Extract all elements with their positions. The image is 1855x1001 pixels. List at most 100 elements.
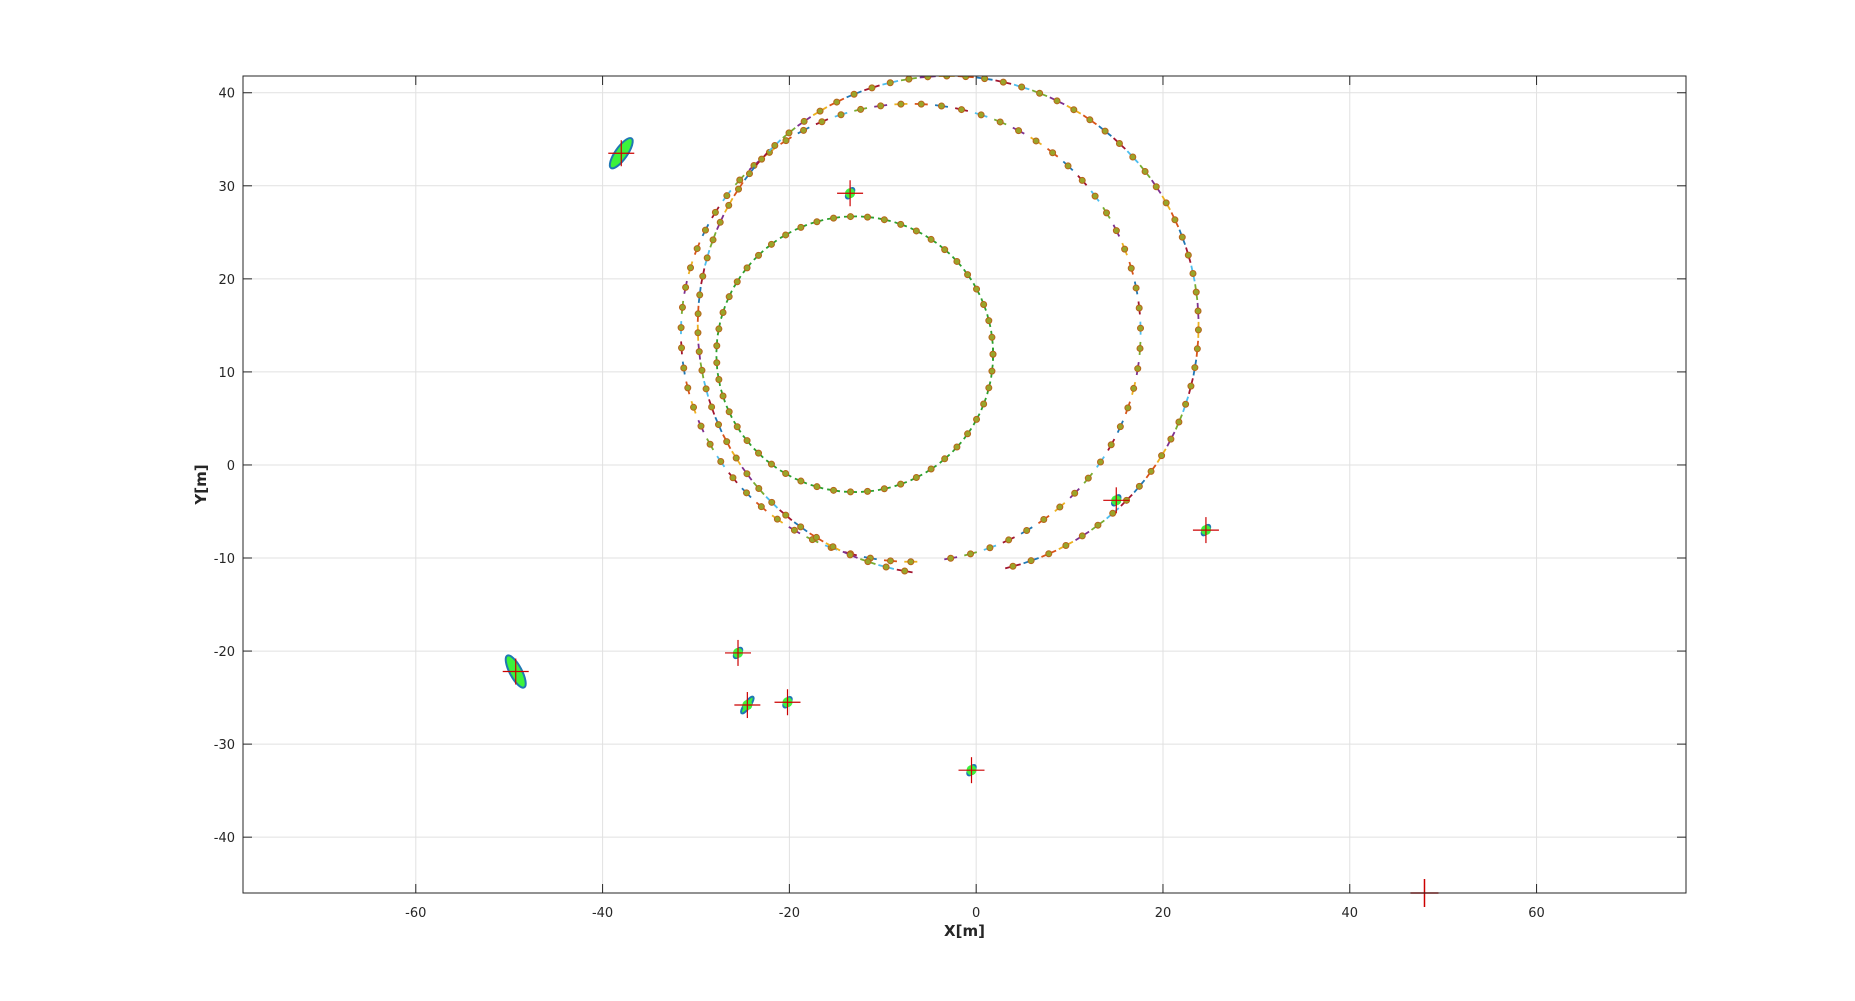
- x-tick-label: -40: [592, 906, 613, 921]
- pose-point: [864, 558, 872, 566]
- pose-point: [1109, 509, 1117, 517]
- pose-point: [1147, 467, 1155, 475]
- pose-point: [782, 469, 790, 477]
- pose-point: [1194, 307, 1202, 315]
- pose-point: [917, 100, 925, 108]
- pose-point: [850, 90, 858, 98]
- pose-point: [947, 554, 955, 562]
- pose-point: [941, 455, 949, 463]
- pose-point: [1045, 550, 1053, 558]
- pose-point: [717, 458, 725, 466]
- pose-point: [1078, 176, 1086, 184]
- pose-point: [1193, 345, 1201, 353]
- pose-point: [755, 484, 763, 492]
- pose-point: [800, 126, 808, 134]
- x-tick-label: -20: [779, 906, 800, 921]
- pose-point: [1070, 106, 1078, 114]
- pose-point: [829, 543, 837, 551]
- pose-point: [988, 367, 996, 375]
- pose-point: [782, 511, 790, 519]
- pose-point: [725, 201, 733, 209]
- pose-point: [964, 271, 972, 279]
- pose-point: [758, 155, 766, 163]
- pose-point: [678, 303, 686, 311]
- pose-point: [719, 392, 727, 400]
- y-tick-label: -10: [214, 552, 235, 567]
- pose-point: [768, 498, 776, 506]
- pose-point: [723, 438, 731, 446]
- pose-point: [716, 218, 724, 226]
- pose-point: [812, 533, 820, 541]
- pose-point: [912, 227, 920, 235]
- plot-area: [242, 75, 1687, 907]
- pose-point: [800, 117, 808, 125]
- pose-point: [1134, 365, 1142, 373]
- pose-point: [1189, 269, 1197, 277]
- pose-point: [1182, 400, 1190, 408]
- pose-point: [755, 251, 763, 259]
- y-tick-label: -20: [214, 645, 235, 660]
- pose-point: [1094, 521, 1102, 529]
- pose-point: [693, 245, 701, 253]
- pose-point: [735, 185, 743, 193]
- pose-point: [905, 76, 913, 83]
- pose-point: [742, 489, 750, 497]
- pose-point: [927, 465, 935, 473]
- pose-point: [697, 422, 705, 430]
- pose-point: [1036, 89, 1044, 97]
- pose-point: [694, 329, 702, 337]
- x-axis-label: X[m]: [944, 922, 985, 940]
- pose-point: [864, 213, 872, 221]
- pose-point: [886, 557, 894, 565]
- pose-point: [1137, 324, 1145, 332]
- pose-point: [953, 257, 961, 265]
- pose-point: [1062, 541, 1070, 549]
- pose-point: [958, 106, 966, 114]
- pose-point: [684, 384, 692, 392]
- pose-point: [833, 98, 841, 106]
- pose-point: [1135, 482, 1143, 490]
- pose-point: [713, 359, 721, 367]
- pose-point: [703, 254, 711, 262]
- pose-point: [816, 107, 824, 115]
- pose-point: [1184, 251, 1192, 259]
- pose-point: [964, 430, 972, 438]
- pose-point: [912, 474, 920, 482]
- pose-point: [1084, 474, 1092, 482]
- pose-point: [785, 129, 793, 137]
- pose-point: [1049, 149, 1057, 157]
- pose-point: [797, 523, 805, 531]
- pose-point: [694, 310, 702, 318]
- pose-point: [1005, 536, 1013, 544]
- pose-point: [790, 526, 798, 534]
- pose-point: [988, 333, 996, 341]
- pose-point: [732, 454, 740, 462]
- pose-point: [973, 285, 981, 293]
- pose-point: [797, 477, 805, 485]
- pose-point: [782, 137, 790, 145]
- pose-point: [743, 437, 751, 445]
- pose-point: [709, 236, 717, 244]
- pose-point: [719, 308, 727, 316]
- pose-point: [1124, 404, 1132, 412]
- pose-point: [967, 550, 975, 558]
- pose-point: [1178, 233, 1186, 241]
- pose-point: [1132, 284, 1140, 292]
- pose-point: [1056, 503, 1064, 511]
- pose-point: [813, 218, 821, 226]
- pose-point: [1078, 532, 1086, 540]
- pose-point: [743, 470, 751, 478]
- pose-point: [733, 423, 741, 431]
- pose-point: [1158, 452, 1166, 460]
- y-tick-label: 0: [227, 459, 235, 474]
- pose-point: [980, 400, 988, 408]
- pose-point: [1015, 127, 1023, 135]
- pose-point: [830, 214, 838, 222]
- pose-point: [857, 105, 865, 113]
- pose-point: [973, 415, 981, 423]
- pose-point: [847, 488, 855, 496]
- pose-point: [1175, 418, 1183, 426]
- x-tick-label: 60: [1528, 906, 1545, 921]
- pose-point: [1141, 167, 1149, 175]
- pose-point: [701, 226, 709, 234]
